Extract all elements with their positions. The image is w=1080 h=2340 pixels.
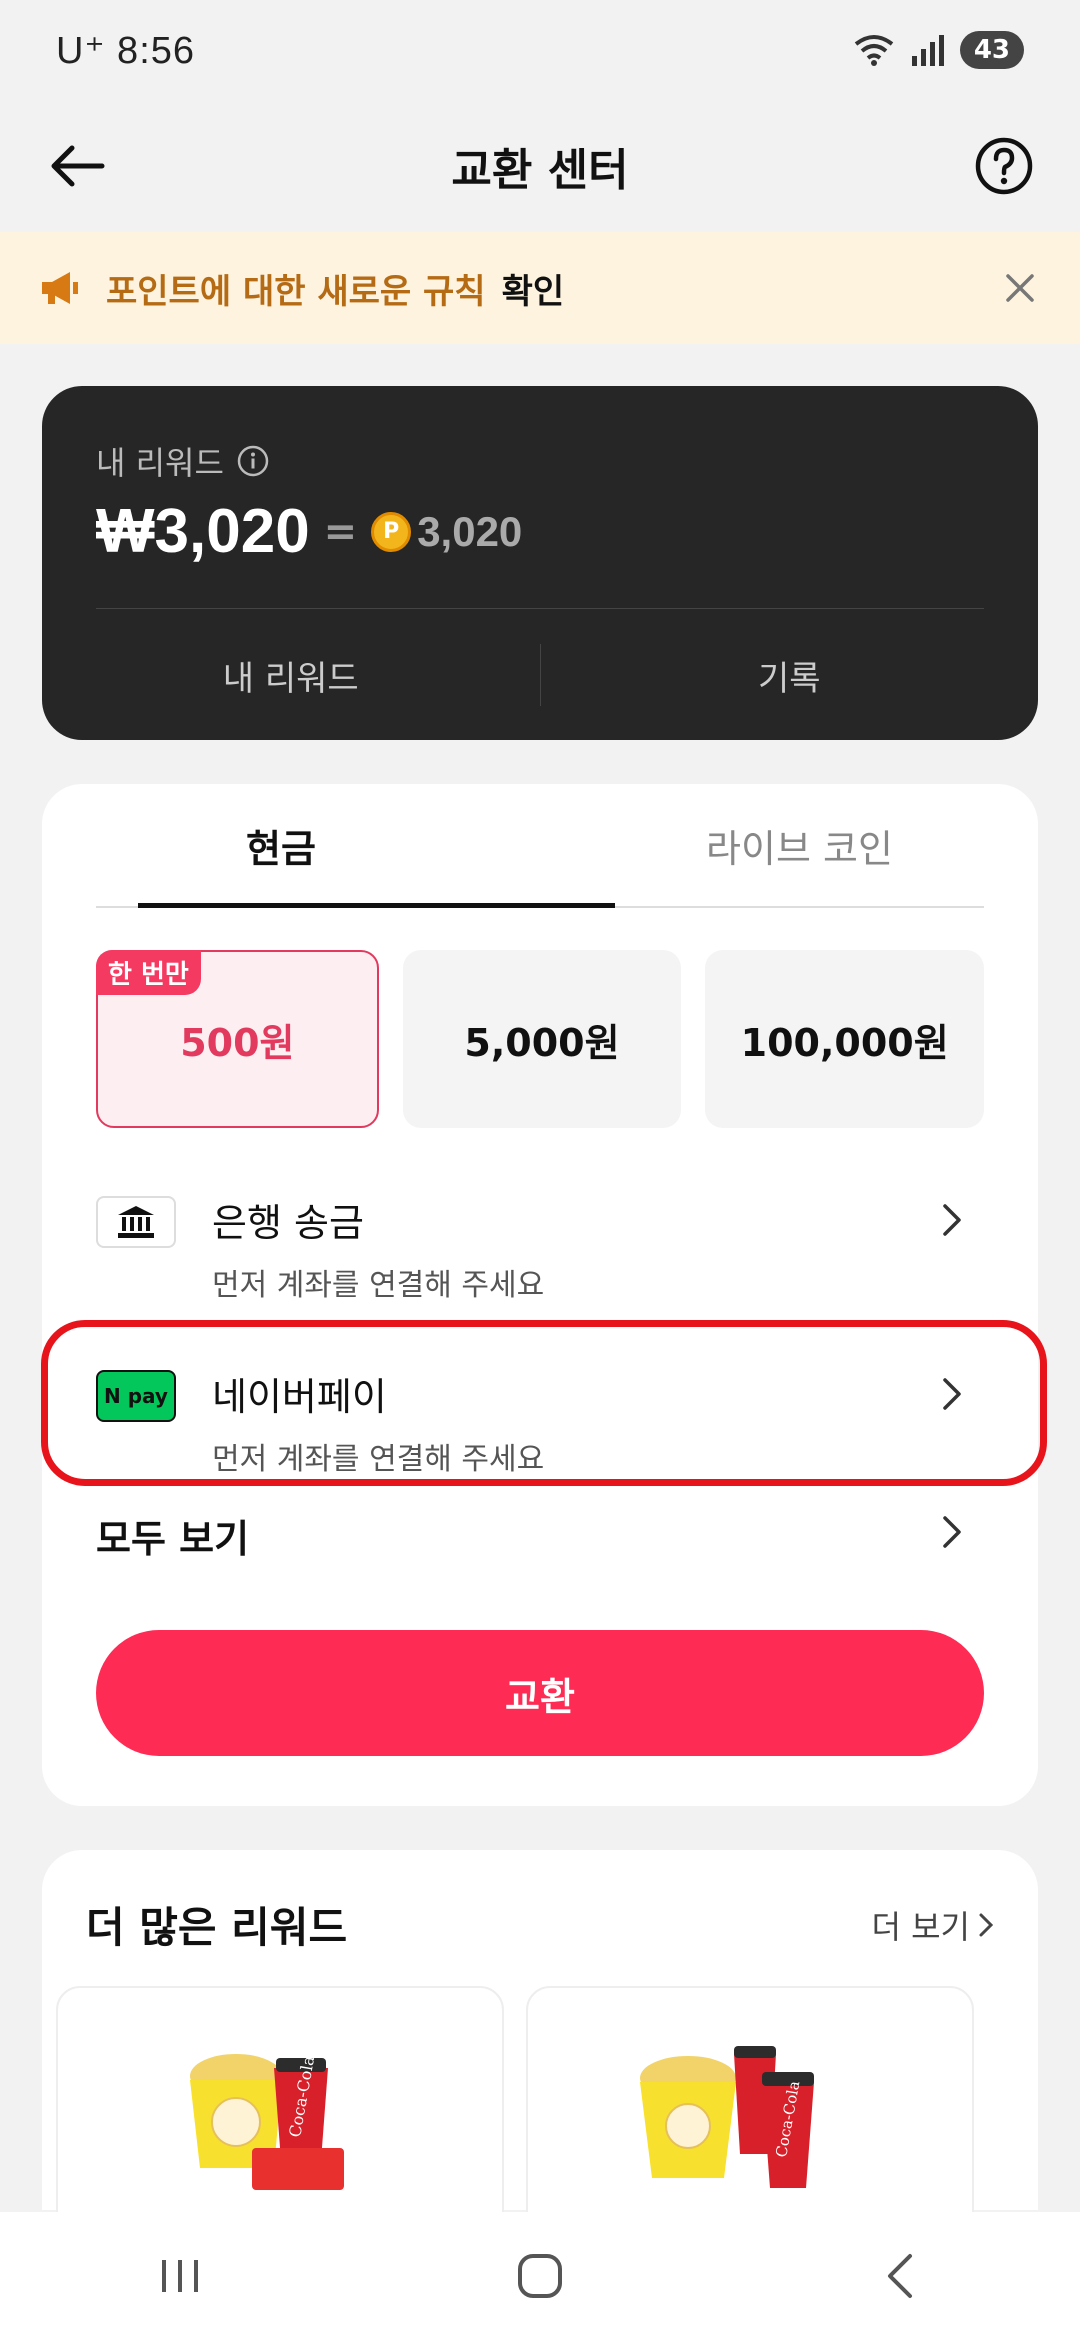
reward-points: 3,020 [417,507,523,555]
amount-options: 한 번만 500원 5,000원 100,000원 [96,950,985,1128]
recent-apps-icon [162,2260,198,2292]
notice-close-button[interactable] [996,264,1044,312]
history-button[interactable]: 기록 [541,610,1039,740]
battery-indicator: 43 [959,31,1024,69]
amount-option-5000[interactable]: 5,000원 [402,950,682,1128]
method-bank-transfer[interactable]: 은행 송금 먼저 계좌를 연결해 주세요 [96,1178,984,1318]
notice-confirm-link[interactable]: 확인 [502,264,565,313]
status-carrier-time: U⁺ 8:56 [56,29,196,72]
chevron-right-icon [934,1196,970,1244]
back-button[interactable] [40,130,112,202]
reward-label: 내 리워드 [96,444,224,482]
highlight-annotation [41,1320,1047,1486]
home-button[interactable] [480,2236,600,2316]
amount-option-500[interactable]: 한 번만 500원 [96,950,379,1128]
tab-cash[interactable]: 현금 [96,784,615,908]
exchange-tabs: 현금 라이브 코인 [96,784,984,908]
back-chevron-icon [888,2254,912,2298]
see-all-methods-row[interactable]: 모두 보기 [96,1508,984,1568]
method-subtitle: 먼저 계좌를 연결해 주세요 [212,1268,545,1303]
more-rewards-title: 더 많은 리워드 [86,1903,348,1952]
reward-label-row: 내 리워드 [96,438,270,484]
more-rewards-section: 더 많은 리워드 더 보기 Coca-Cola Coca-Cola [42,1850,1038,2246]
bank-icon [96,1196,176,1248]
amount-label: 100,000원 [740,1020,949,1065]
see-more-link[interactable]: 더 보기 [872,1902,995,1948]
system-back-button[interactable] [840,2236,960,2316]
notice-banner[interactable]: 포인트에 대한 새로운 규칙 확인 [0,232,1080,344]
amount-label: 500원 [180,1020,295,1065]
arrow-left-icon [51,145,105,187]
my-rewards-button[interactable]: 내 리워드 [42,610,540,740]
reward-summary-card: 내 리워드 ₩3,020 = P 3,020 내 리워드 기록 [42,386,1038,740]
see-more-label: 더 보기 [871,1908,971,1946]
method-title: 은행 송금 [212,1201,364,1245]
product-image: Coca-Cola [548,1998,952,2244]
home-icon [518,2254,562,2298]
chevron-right-icon [979,1913,994,1937]
recent-apps-button[interactable] [120,2236,240,2316]
close-icon [1006,274,1034,302]
wifi-icon [854,35,894,66]
info-icon[interactable] [236,444,270,478]
signal-icon [911,35,944,66]
question-circle-icon [975,137,1033,195]
status-bar: U⁺ 8:56 43 [0,0,1080,100]
amount-option-100000[interactable]: 100,000원 [705,950,985,1128]
page-title: 교환 센터 [451,145,629,196]
equals-sign: = [323,508,358,555]
megaphone-icon [42,272,78,304]
chevron-right-icon [934,1508,970,1556]
reward-tabs: 내 리워드 기록 [42,610,1038,740]
app-header: 교환 센터 [0,100,1080,232]
reward-product-card[interactable]: Coca-Cola [526,1986,974,2246]
help-button[interactable] [968,130,1040,202]
notice-text: 포인트에 대한 새로운 규칙 [106,271,486,312]
product-image: Coca-Cola [78,1998,482,2244]
reward-amount-krw: ₩3,020 [96,497,310,566]
status-icons: 43 [852,31,1024,69]
once-only-badge: 한 번만 [96,950,201,995]
reward-amount-row: ₩3,020 = P 3,020 [96,496,522,567]
tab-live-coin[interactable]: 라이브 코인 [615,784,984,906]
system-nav-bar [0,2212,1080,2340]
exchange-button[interactable]: 교환 [96,1630,984,1756]
exchange-card: 현금 라이브 코인 한 번만 500원 5,000원 100,000원 은행 송… [42,784,1038,1806]
amount-label: 5,000원 [464,1020,620,1065]
divider [96,608,984,609]
point-coin-icon: P [371,511,412,552]
see-all-label: 모두 보기 [96,1517,250,1561]
reward-product-card[interactable]: Coca-Cola [56,1986,504,2246]
